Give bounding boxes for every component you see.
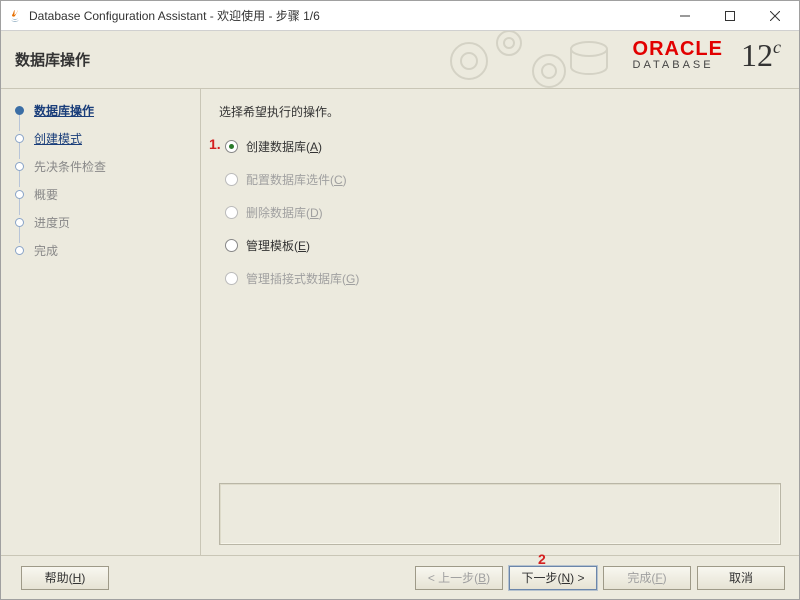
wizard-steps-sidebar: 数据库操作 创建模式 先决条件检查 概要 进度页 [1, 89, 201, 555]
radio-configure-options: 配置数据库选件(C) [225, 171, 781, 188]
app-window: Database Configuration Assistant - 欢迎使用 … [0, 0, 800, 600]
logo-version: 12c [741, 37, 781, 74]
minimize-button[interactable] [662, 2, 707, 30]
radio-label: 配置数据库选件(C) [246, 171, 347, 188]
radio-icon [225, 272, 238, 285]
step-dot-icon [15, 134, 24, 143]
radio-label: 创建数据库(A) [246, 138, 322, 155]
close-button[interactable] [752, 2, 797, 30]
step-database-operation[interactable]: 数据库操作 [15, 101, 190, 119]
radio-icon [225, 206, 238, 219]
step-label: 完成 [34, 242, 58, 259]
footer: 帮助(H) < 上一步(B) 2 下一步(N) > 完成(F) 取消 [1, 555, 799, 599]
step-label: 先决条件检查 [34, 158, 106, 175]
radio-manage-pluggable-db: 管理插接式数据库(G) [225, 270, 781, 287]
step-label: 概要 [34, 186, 58, 203]
radio-manage-templates[interactable]: 管理模板(E) [225, 237, 781, 254]
radio-label: 管理插接式数据库(G) [246, 270, 359, 287]
step-dot-icon [15, 106, 24, 115]
annotation-2: 2 [538, 551, 546, 567]
header-art-gears-icon [439, 31, 619, 88]
finish-button: 完成(F) [603, 566, 691, 590]
step-dot-icon [15, 218, 24, 227]
radio-delete-database: 删除数据库(D) [225, 204, 781, 221]
step-summary: 概要 [15, 185, 190, 203]
main: 数据库操作 创建模式 先决条件检查 概要 进度页 [1, 89, 799, 555]
header: 数据库操作 ORACLE DATABASE 12c [1, 31, 799, 89]
step-label: 数据库操作 [34, 102, 94, 119]
page-heading: 数据库操作 [15, 49, 90, 70]
radio-icon [225, 140, 238, 153]
radio-icon [225, 173, 238, 186]
content-panel: 选择希望执行的操作。 1. 创建数据库(A) 配置数据库选件(C) 删除数据库(… [201, 89, 799, 555]
step-dot-icon [15, 246, 24, 255]
step-progress: 进度页 [15, 213, 190, 231]
step-dot-icon [15, 190, 24, 199]
maximize-button[interactable] [707, 2, 752, 30]
radio-label: 删除数据库(D) [246, 204, 323, 221]
prompt-text: 选择希望执行的操作。 [219, 103, 781, 120]
cancel-button[interactable]: 取消 [697, 566, 785, 590]
oracle-logo: ORACLE DATABASE 12c [633, 39, 723, 71]
window-title: Database Configuration Assistant - 欢迎使用 … [29, 7, 662, 24]
step-dot-icon [15, 162, 24, 171]
java-icon [7, 8, 23, 24]
step-prereq-check: 先决条件检查 [15, 157, 190, 175]
annotation-1: 1. [209, 136, 221, 152]
description-box [219, 483, 781, 545]
radio-create-database[interactable]: 1. 创建数据库(A) [225, 138, 781, 155]
logo-brand: ORACLE [633, 39, 723, 59]
step-label: 创建模式 [34, 130, 82, 147]
step-creation-mode[interactable]: 创建模式 [15, 129, 190, 147]
help-button[interactable]: 帮助(H) [21, 566, 109, 590]
window-controls [662, 2, 797, 30]
logo-subtext: DATABASE [633, 59, 723, 71]
step-finish: 完成 [15, 241, 190, 259]
radio-label: 管理模板(E) [246, 237, 310, 254]
back-button: < 上一步(B) [415, 566, 503, 590]
radio-icon [225, 239, 238, 252]
titlebar: Database Configuration Assistant - 欢迎使用 … [1, 1, 799, 31]
next-button[interactable]: 2 下一步(N) > [509, 566, 597, 590]
step-label: 进度页 [34, 214, 70, 231]
